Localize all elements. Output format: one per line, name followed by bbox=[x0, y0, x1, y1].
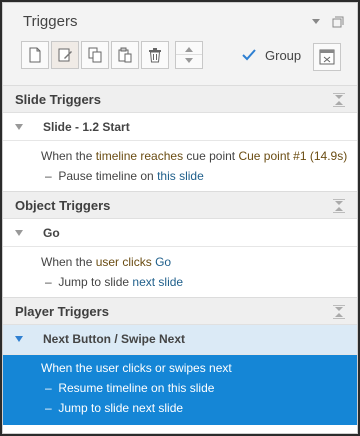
edit-trigger-button[interactable] bbox=[51, 41, 79, 69]
action-target-link[interactable]: this slide bbox=[157, 169, 204, 183]
arrow-up-icon bbox=[185, 46, 193, 52]
selected-trigger[interactable]: When the user clicks or swipes next – Re… bbox=[3, 355, 357, 425]
subgroup-title: Next Button / Swipe Next bbox=[43, 332, 186, 346]
section-title: Slide Triggers bbox=[15, 92, 101, 107]
trigger-action-line: – Resume timeline on this slide bbox=[45, 381, 214, 395]
edit-icon bbox=[58, 48, 72, 62]
object-triggers-header[interactable]: Object Triggers bbox=[3, 191, 357, 219]
new-trigger-button[interactable] bbox=[21, 41, 49, 69]
subgroup-go[interactable]: Go bbox=[3, 219, 357, 247]
restore-window-icon[interactable] bbox=[331, 15, 345, 29]
delete-button[interactable] bbox=[141, 41, 169, 69]
subgroup-title: Slide - 1.2 Start bbox=[43, 120, 130, 134]
collapse-all-icon[interactable] bbox=[333, 305, 345, 319]
paste-icon bbox=[118, 47, 132, 63]
keyword: user clicks bbox=[95, 255, 152, 269]
panel-menu-icon[interactable] bbox=[309, 15, 323, 29]
text: When the bbox=[41, 149, 96, 163]
trigger-toolbar bbox=[21, 41, 203, 69]
cue-point-value: Cue point #1 bbox=[238, 149, 307, 163]
action-target-link[interactable]: next slide bbox=[132, 275, 183, 289]
object-link[interactable]: Go bbox=[155, 255, 171, 269]
expand-caret-icon[interactable] bbox=[15, 229, 23, 237]
panel-header: Triggers Group bbox=[3, 3, 357, 87]
expand-caret-icon[interactable] bbox=[15, 123, 23, 131]
window-controls bbox=[309, 15, 345, 29]
collapse-all-icon[interactable] bbox=[333, 199, 345, 213]
checkmark-icon bbox=[242, 49, 256, 61]
dash: – bbox=[45, 169, 59, 183]
subgroup-slide-start[interactable]: Slide - 1.2 Start bbox=[3, 113, 357, 141]
triggers-panel: Triggers Group Slide Triggers Slide - 1.… bbox=[2, 2, 358, 434]
move-down-button[interactable] bbox=[176, 55, 202, 67]
panel-title: Triggers bbox=[23, 13, 78, 30]
subgroup-next-button[interactable]: Next Button / Swipe Next bbox=[3, 325, 357, 355]
trigger-action-line: – Jump to slide next slide bbox=[45, 401, 183, 415]
arrow-down-icon bbox=[185, 58, 193, 63]
section-title: Object Triggers bbox=[15, 198, 111, 213]
slide-triggers-header[interactable]: Slide Triggers bbox=[3, 85, 357, 113]
dash: – bbox=[45, 401, 59, 415]
group-checkbox[interactable] bbox=[241, 47, 257, 63]
expand-caret-icon[interactable] bbox=[15, 335, 23, 343]
dash: – bbox=[45, 275, 59, 289]
trigger-condition-line[interactable]: When the timeline reaches cue point Cue … bbox=[41, 149, 347, 163]
window-view-icon bbox=[319, 49, 335, 65]
action-text: Jump to slide bbox=[58, 275, 133, 289]
copy-icon bbox=[88, 47, 102, 63]
text: cue point bbox=[183, 149, 239, 163]
collapse-all-icon[interactable] bbox=[333, 93, 345, 107]
subgroup-title: Go bbox=[43, 226, 60, 240]
text: When the bbox=[41, 255, 96, 269]
action-text: Resume timeline on this slide bbox=[58, 381, 215, 395]
dash: – bbox=[45, 381, 59, 395]
trigger-condition-line[interactable]: When the user clicks Go bbox=[41, 255, 171, 269]
trash-icon bbox=[149, 48, 161, 63]
copy-button[interactable] bbox=[81, 41, 109, 69]
new-document-icon bbox=[29, 47, 41, 63]
action-text: Jump to slide next slide bbox=[58, 401, 184, 415]
action-text: Pause timeline on bbox=[58, 169, 158, 183]
keyword: timeline reaches bbox=[95, 149, 184, 163]
section-title: Player Triggers bbox=[15, 304, 109, 319]
trigger-action-line[interactable]: – Jump to slide next slide bbox=[45, 275, 183, 289]
trigger-view-button[interactable] bbox=[313, 43, 341, 71]
paste-button[interactable] bbox=[111, 41, 139, 69]
move-up-button[interactable] bbox=[176, 43, 202, 55]
reorder-buttons bbox=[175, 41, 203, 69]
cue-time: (14.9s) bbox=[306, 149, 348, 163]
group-toggle[interactable]: Group bbox=[241, 47, 301, 63]
trigger-action-line[interactable]: – Pause timeline on this slide bbox=[45, 169, 204, 183]
group-label: Group bbox=[265, 47, 302, 63]
player-triggers-header[interactable]: Player Triggers bbox=[3, 297, 357, 325]
trigger-condition-line: When the user clicks or swipes next bbox=[41, 361, 232, 375]
